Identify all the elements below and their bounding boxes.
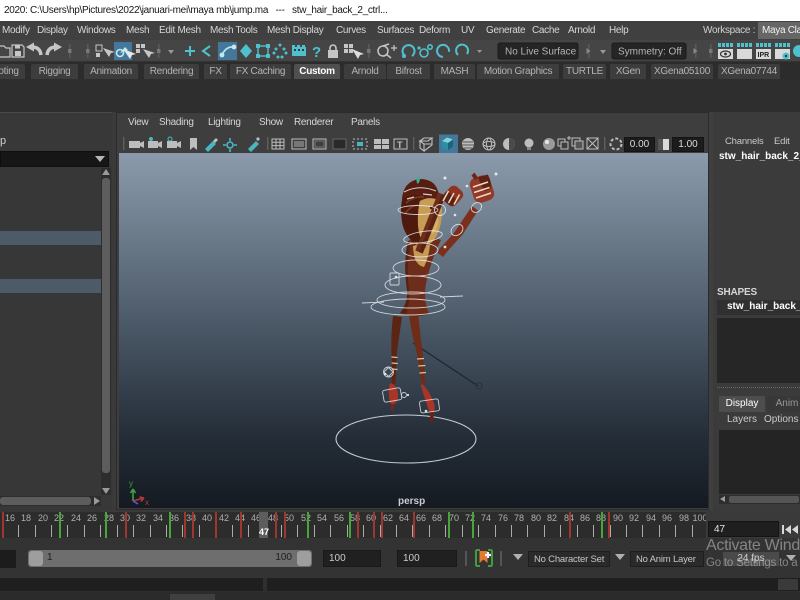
svg-text:T: T [397, 140, 403, 150]
svg-text:Symmetry: Off: Symmetry: Off [618, 47, 682, 58]
svg-text:?: ? [312, 44, 321, 61]
svg-text:x: x [145, 498, 149, 507]
svg-text:y: y [129, 479, 133, 488]
svg-text:IPR: IPR [758, 52, 770, 59]
svg-text:No Live Surface: No Live Surface [505, 47, 577, 58]
svg-text:persp: persp [398, 496, 425, 507]
